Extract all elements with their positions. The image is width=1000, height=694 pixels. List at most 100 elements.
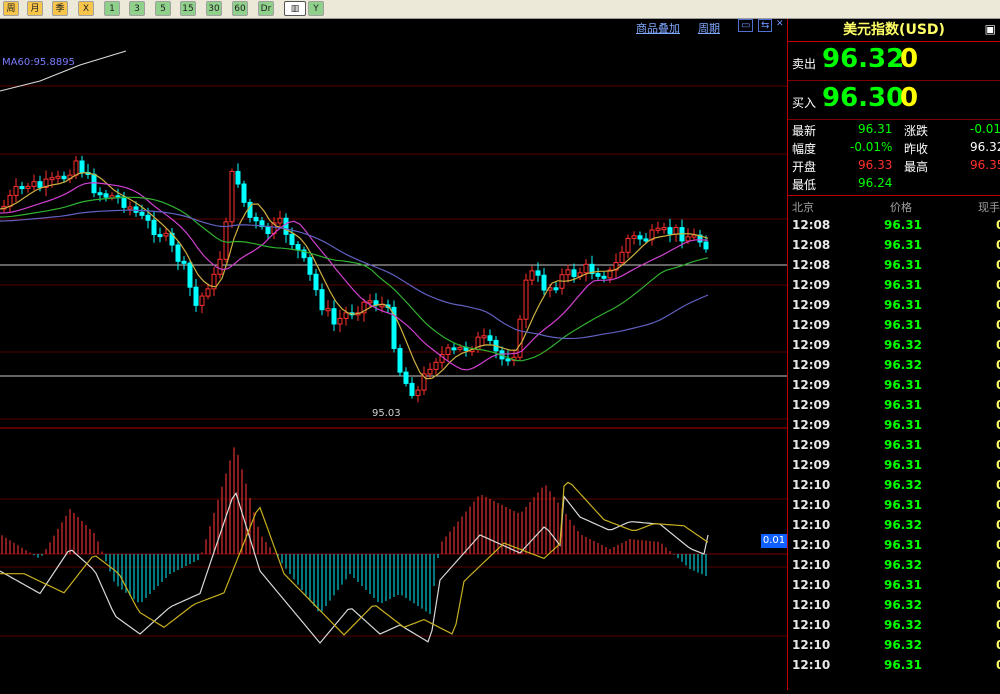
candle-body <box>265 226 271 235</box>
period-link[interactable]: 周期 <box>698 20 720 36</box>
candle-body <box>445 347 451 356</box>
tick-time: 12:08 <box>792 218 831 232</box>
tick-price: 96.32 <box>884 518 922 532</box>
last-label: 最新 <box>792 124 817 138</box>
tick-time: 12:09 <box>792 378 831 392</box>
candle-body <box>631 235 637 239</box>
macd-value-badge: 0.01 <box>761 534 787 548</box>
tick-volume: 0 <box>996 218 1000 232</box>
tick-price: 96.31 <box>884 398 922 412</box>
candle-body <box>505 358 511 362</box>
candle-body <box>685 236 691 242</box>
panel-expand-icon[interactable]: ▣ <box>985 22 996 36</box>
candle-body <box>487 335 493 341</box>
chart-canvas[interactable] <box>0 19 787 690</box>
candle-body <box>229 170 235 223</box>
tick-row: 12:09 96.31 0 <box>788 455 1000 475</box>
tick-time: 12:09 <box>792 398 831 412</box>
candle-body <box>691 234 697 238</box>
quote-panel: 美元指数(USD) ▣ 卖出 96.32 0 买入 96.30 0 最新 96.… <box>787 19 1000 690</box>
candle-body <box>379 304 385 308</box>
tick-volume: 0 <box>996 438 1000 452</box>
candle-body <box>703 241 709 250</box>
toolbar-button[interactable]: 30 <box>206 1 222 16</box>
candle-body <box>295 244 301 251</box>
tick-time: 12:10 <box>792 638 831 652</box>
close-icon[interactable]: ✕ <box>776 19 784 29</box>
candle-body <box>325 308 331 312</box>
candle-body <box>457 346 463 350</box>
tick-row: 12:10 96.32 0 <box>788 515 1000 535</box>
candle-body <box>313 273 319 291</box>
toolbar-button[interactable]: 月 <box>27 1 43 16</box>
toolbar-button[interactable]: 季 <box>52 1 68 16</box>
high-label: 最高 <box>904 160 929 174</box>
toolbar-button[interactable]: 1 <box>104 1 120 16</box>
tick-time: 12:10 <box>792 558 831 572</box>
tick-price: 96.31 <box>884 658 922 672</box>
tick-time: 12:08 <box>792 258 831 272</box>
candle-body <box>595 273 601 277</box>
tick-time: 12:09 <box>792 338 831 352</box>
tick-row: 12:09 96.31 0 <box>788 275 1000 295</box>
chart-type-icon[interactable]: ▥ <box>284 1 306 16</box>
tick-row: 12:09 96.31 0 <box>788 295 1000 315</box>
toolbar-button[interactable]: 15 <box>180 1 196 16</box>
kline-chart[interactable]: MA60:95.8895 商品叠加 周期 ▭ ⇆ ✕ 95.03 0.01 <box>0 19 787 690</box>
tick-price: 96.32 <box>884 638 922 652</box>
tick-price: 96.32 <box>884 618 922 632</box>
candle-body <box>637 235 643 240</box>
candle-body <box>397 348 403 373</box>
candle-body <box>133 206 139 213</box>
candle-body <box>37 181 43 188</box>
tick-row: 12:08 96.31 0 <box>788 215 1000 235</box>
window-restore-icon[interactable]: ▭ <box>738 19 754 32</box>
candle-body <box>7 194 13 207</box>
tick-volume: 0 <box>996 498 1000 512</box>
window-max-icon[interactable]: ⇆ <box>758 19 773 32</box>
candle-body <box>529 270 535 281</box>
sell-label: 卖出 <box>792 57 817 71</box>
tick-price: 96.31 <box>884 498 922 512</box>
divider <box>788 195 1000 196</box>
toolbar-button[interactable]: 3 <box>129 1 145 16</box>
overlay-link[interactable]: 商品叠加 <box>636 20 680 36</box>
candle-body <box>103 193 109 198</box>
candle-body <box>19 186 25 190</box>
toolbar-button[interactable]: X <box>78 1 94 16</box>
toolbar-button[interactable]: 5 <box>155 1 171 16</box>
tick-price: 96.31 <box>884 218 922 232</box>
candle-body <box>235 170 241 185</box>
toolbar-button[interactable]: Dr <box>258 1 274 16</box>
pct-value: -0.01% <box>850 140 893 154</box>
candle-body <box>409 382 415 396</box>
change-label: 涨跌 <box>904 124 929 138</box>
tick-row: 12:10 96.32 0 <box>788 555 1000 575</box>
sell-volume: 0 <box>900 44 919 74</box>
candle-body <box>667 227 673 235</box>
toolbar-button[interactable]: 60 <box>232 1 248 16</box>
toolbar-button[interactable]: Y <box>308 1 324 16</box>
candle-body <box>643 238 649 242</box>
candle-body <box>415 389 421 396</box>
candle-body <box>583 263 589 274</box>
candle-body <box>403 371 409 384</box>
toolbar-button[interactable]: 周 <box>3 1 19 16</box>
tick-price: 96.31 <box>884 438 922 452</box>
tick-price: 96.32 <box>884 598 922 612</box>
low-value: 96.24 <box>858 176 893 190</box>
candle-body <box>253 216 259 222</box>
tick-time: 12:10 <box>792 658 831 672</box>
candle-body <box>307 257 313 275</box>
sell-quote: 卖出 96.32 0 <box>788 42 1000 81</box>
candle-body <box>277 217 283 224</box>
candle-body <box>217 258 223 275</box>
candle-body <box>25 185 31 189</box>
candle-body <box>55 175 61 179</box>
candle-body <box>163 232 169 237</box>
candle-body <box>427 368 433 375</box>
candle-body <box>157 234 163 238</box>
candle-body <box>139 211 145 216</box>
candle-body <box>331 308 337 325</box>
tick-volume: 0 <box>996 538 1000 552</box>
